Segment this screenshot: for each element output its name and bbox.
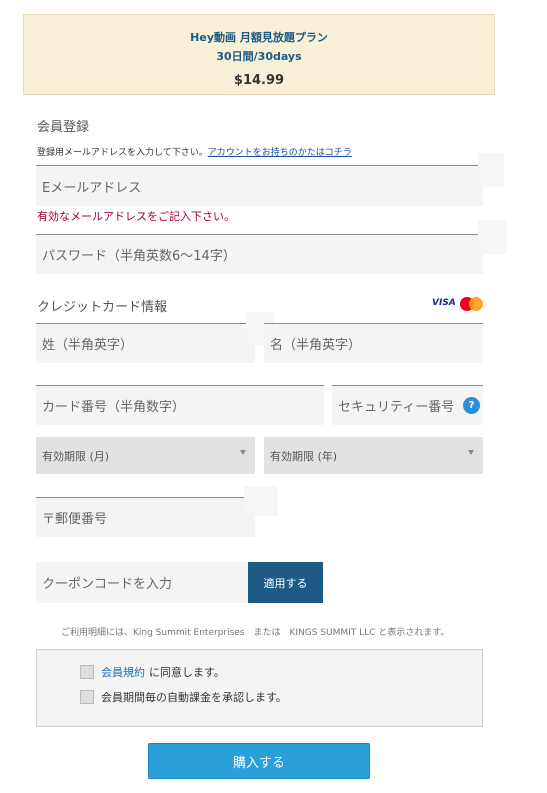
last-name-field[interactable]: 姓（半角英字） [36,323,255,363]
terms-suffix: に同意します。 [149,666,225,679]
email-placeholder: Eメールアドレス [42,180,142,196]
login-link[interactable]: アカウントをお持ちのかたはコチラ [208,148,352,158]
coupon-field[interactable]: クーポンコードを入力 [36,562,248,603]
email-field[interactable]: Eメールアドレス [36,165,483,206]
password-field[interactable]: パスワード（半角英数6〜14字） [36,234,483,274]
terms-checkbox[interactable] [80,665,94,679]
registration-helper: 登録用メールアドレスを入力して下さい。アカウントをお持ちのかたはコチラ [37,145,352,158]
plan-price: $14.99 [233,73,285,88]
expiry-month-value: 有効期限 (月) [42,449,110,463]
autobill-checkbox[interactable] [80,690,94,704]
postal-code-field[interactable]: 〒郵便番号 [36,497,255,537]
apply-coupon-button[interactable]: 適用する [248,562,323,603]
plan-name: Hey動画 月額見放題プラン [190,31,328,44]
helper-text: 登録用メールアドレスを入力して下さい。 [37,148,208,158]
ghost-overlay [478,153,504,187]
terms-agreement-row[interactable]: 会員規約 に同意します。 [80,664,225,680]
last-name-placeholder: 姓（半角英字） [42,338,134,353]
first-name-placeholder: 名（半角英字） [270,338,362,353]
credit-card-title: クレジットカード情報 [37,300,168,315]
chevron-down-icon [468,450,474,455]
expiry-month-select[interactable]: 有効期限 (月) [36,437,255,474]
terms-link[interactable]: 会員規約 [101,664,145,680]
security-code-field[interactable]: セキュリティー番号 [332,385,483,425]
ghost-overlay [244,486,278,516]
email-error: 有効なメールアドレスをご記入下さい。 [37,210,235,223]
help-icon[interactable]: ? [463,397,480,414]
autobill-text: 会員期間毎の自動課金を承認します。 [101,691,287,704]
coupon-placeholder: クーポンコードを入力 [42,577,173,592]
expiry-year-select[interactable]: 有効期限 (年) [264,437,483,474]
plan-period: 30日間/30days [216,50,302,63]
password-placeholder: パスワード（半角英数6〜14字） [42,249,236,264]
registration-title: 会員登録 [37,120,90,135]
chevron-down-icon [240,450,246,455]
billing-notice: ご利用明細には、King Summit Enterprises または KING… [61,628,450,638]
postal-code-placeholder: 〒郵便番号 [42,512,108,527]
mastercard-icon [460,297,484,311]
purchase-button[interactable]: 購入する [148,743,370,779]
card-number-placeholder: カード番号（半角数字） [42,400,186,415]
expiry-year-value: 有効期限 (年) [270,449,338,463]
ghost-overlay [478,220,507,254]
first-name-field[interactable]: 名（半角英字） [264,323,483,363]
plan-banner: Hey動画 月額見放題プラン 30日間/30days $14.99 [23,14,495,95]
card-number-field[interactable]: カード番号（半角数字） [36,385,324,425]
autobill-agreement-row[interactable]: 会員期間毎の自動課金を承認します。 [80,689,287,705]
security-code-placeholder: セキュリティー番号 [338,400,455,415]
visa-logo: VISA [432,298,456,308]
agreement-box [36,649,483,727]
